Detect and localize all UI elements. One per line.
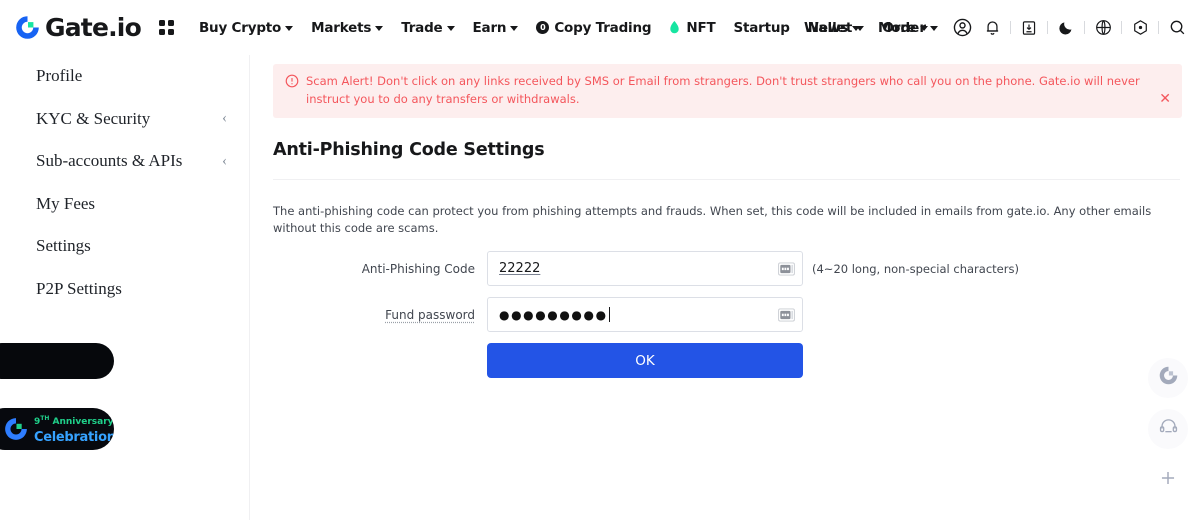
sidebar-item-my-fees[interactable]: My Fees [0, 183, 249, 226]
floating-action-rail [1148, 358, 1192, 511]
ok-button[interactable]: OK [487, 343, 803, 378]
headset-support-icon [1158, 416, 1179, 442]
order-label: Order [882, 19, 926, 36]
anti-phishing-code-input[interactable]: 22222 [487, 251, 803, 286]
sidebar-item-settings[interactable]: Settings [0, 225, 249, 268]
anniversary-line-2: Celebration [34, 430, 114, 445]
nav-label: Markets [311, 19, 372, 36]
sidebar-item-label: Sub-accounts & APIs [36, 151, 183, 171]
app-window: Gate.io Buy Crypto Markets Trade Earn 0 … [0, 0, 1200, 520]
divider [1010, 21, 1011, 34]
anniversary-line-1: 9TH Anniversary [34, 415, 114, 428]
nav-item-earn[interactable]: Earn [464, 20, 528, 36]
nav-item-copy-trading[interactable]: 0 Copy Trading [527, 20, 660, 36]
wallet-menu[interactable]: Wallet [795, 20, 873, 36]
fund-password-value: ●●●●●●●●● [499, 307, 610, 322]
rail-gate-logo-button[interactable] [1148, 358, 1188, 398]
sidebar-item-label: Settings [36, 236, 91, 256]
sidebar-item-label: P2P Settings [36, 278, 122, 298]
text-cursor [608, 307, 610, 322]
chevron-down-icon [375, 26, 384, 31]
fund-password-input[interactable]: ●●●●●●●●● [487, 297, 803, 332]
top-header: Gate.io Buy Crypto Markets Trade Earn 0 … [0, 0, 1200, 55]
nav-item-markets[interactable]: Markets [302, 20, 392, 36]
page-title: Anti-Phishing Code Settings [273, 140, 545, 160]
gate-logo-icon [1158, 365, 1179, 391]
nav-item-trade[interactable]: Trade [392, 20, 463, 36]
sidebar-item-kyc-security[interactable]: KYC & Security ‹ [0, 98, 249, 141]
scam-alert-text: Scam Alert! Don't click on any links rec… [306, 74, 1140, 106]
anti-phishing-code-value: 22222 [499, 261, 541, 276]
nav-label: NFT [686, 19, 716, 36]
fund-password-label: Fund password [385, 307, 475, 322]
gate-logo-icon [3, 416, 29, 442]
password-manager-icon[interactable] [778, 262, 795, 275]
anti-phishing-code-row: Anti-Phishing Code 22222 (4~20 long, non… [251, 251, 1200, 286]
main-content: Scam Alert! Don't click on any links rec… [251, 55, 1200, 520]
submit-row: OK [251, 343, 1200, 378]
dark-mode-moon-icon[interactable] [1051, 13, 1081, 43]
anti-phishing-code-hint: (4~20 long, non-special characters) [812, 261, 1019, 276]
header-right-cluster: Wallet Order [795, 0, 1192, 55]
user-account-icon[interactable] [947, 13, 977, 43]
anniversary-text: 9TH Anniversary Celebration [34, 412, 114, 446]
fund-password-row: Fund password ●●●●●●●●● [251, 297, 1200, 332]
search-icon[interactable] [1162, 13, 1192, 43]
grid-apps-icon[interactable] [158, 20, 174, 35]
settings-gear-icon[interactable] [1125, 13, 1155, 43]
nav-label: Startup [733, 19, 790, 36]
divider [1084, 21, 1085, 34]
divider [1121, 21, 1122, 34]
sidebar-item-label: KYC & Security [36, 108, 151, 128]
brand-name: Gate.io [45, 13, 142, 42]
order-menu[interactable]: Order [873, 20, 947, 36]
anniversary-promo-badge[interactable]: 9TH Anniversary Celebration [0, 408, 114, 450]
rail-support-button[interactable] [1148, 409, 1188, 449]
nav-label: Buy Crypto [198, 19, 282, 36]
anti-phishing-code-label: Anti-Phishing Code [361, 261, 475, 276]
flame-icon [669, 20, 680, 35]
title-divider [273, 179, 1180, 180]
chevron-down-icon [930, 26, 938, 31]
warning-circle-icon [285, 74, 299, 93]
divider [1158, 21, 1159, 34]
chevron-down-icon [510, 26, 519, 31]
sidebar-item-label: My Fees [36, 193, 96, 213]
anti-phishing-form: Anti-Phishing Code 22222 (4~20 long, non… [251, 251, 1200, 378]
sidebar-item-sub-accounts-apis[interactable]: Sub-accounts & APIs ‹ [0, 140, 249, 183]
chevron-left-icon: ‹ [222, 152, 227, 169]
language-globe-icon[interactable] [1088, 13, 1118, 43]
sidebar-item-profile[interactable]: Profile [0, 55, 249, 98]
scam-alert-banner: Scam Alert! Don't click on any links rec… [273, 64, 1182, 118]
download-app-icon[interactable] [1014, 13, 1044, 43]
chevron-down-icon [446, 26, 455, 31]
wallet-label: Wallet [803, 19, 853, 36]
sidebar-item-label: Profile [36, 66, 83, 86]
promo-pill[interactable] [0, 343, 114, 379]
brand-logo[interactable]: Gate.io [14, 13, 142, 42]
nav-label: Trade [401, 19, 443, 36]
divider [1047, 21, 1048, 34]
gate-logo-icon [14, 14, 41, 41]
chevron-left-icon: ‹ [222, 110, 227, 127]
bell-notification-icon[interactable] [977, 13, 1007, 43]
plus-icon [1157, 467, 1179, 494]
password-manager-icon[interactable] [778, 308, 795, 321]
chevron-down-icon [285, 26, 294, 31]
close-icon[interactable]: ✕ [1159, 92, 1171, 106]
settings-sidebar: Profile KYC & Security ‹ Sub-accounts & … [0, 55, 250, 520]
nav-item-buy-crypto[interactable]: Buy Crypto [190, 20, 302, 36]
chevron-down-icon [856, 26, 865, 31]
nav-label: Copy Trading [554, 19, 652, 36]
sidebar-item-p2p-settings[interactable]: P2P Settings [0, 268, 249, 311]
nav-item-nft[interactable]: NFT [660, 20, 724, 36]
rail-add-button[interactable] [1148, 460, 1188, 500]
copy-trading-badge-icon: 0 [536, 21, 550, 34]
nav-item-startup[interactable]: Startup [724, 20, 798, 36]
nav-label: Earn [472, 19, 507, 36]
page-description: The anti-phishing code can protect you f… [273, 204, 1152, 236]
